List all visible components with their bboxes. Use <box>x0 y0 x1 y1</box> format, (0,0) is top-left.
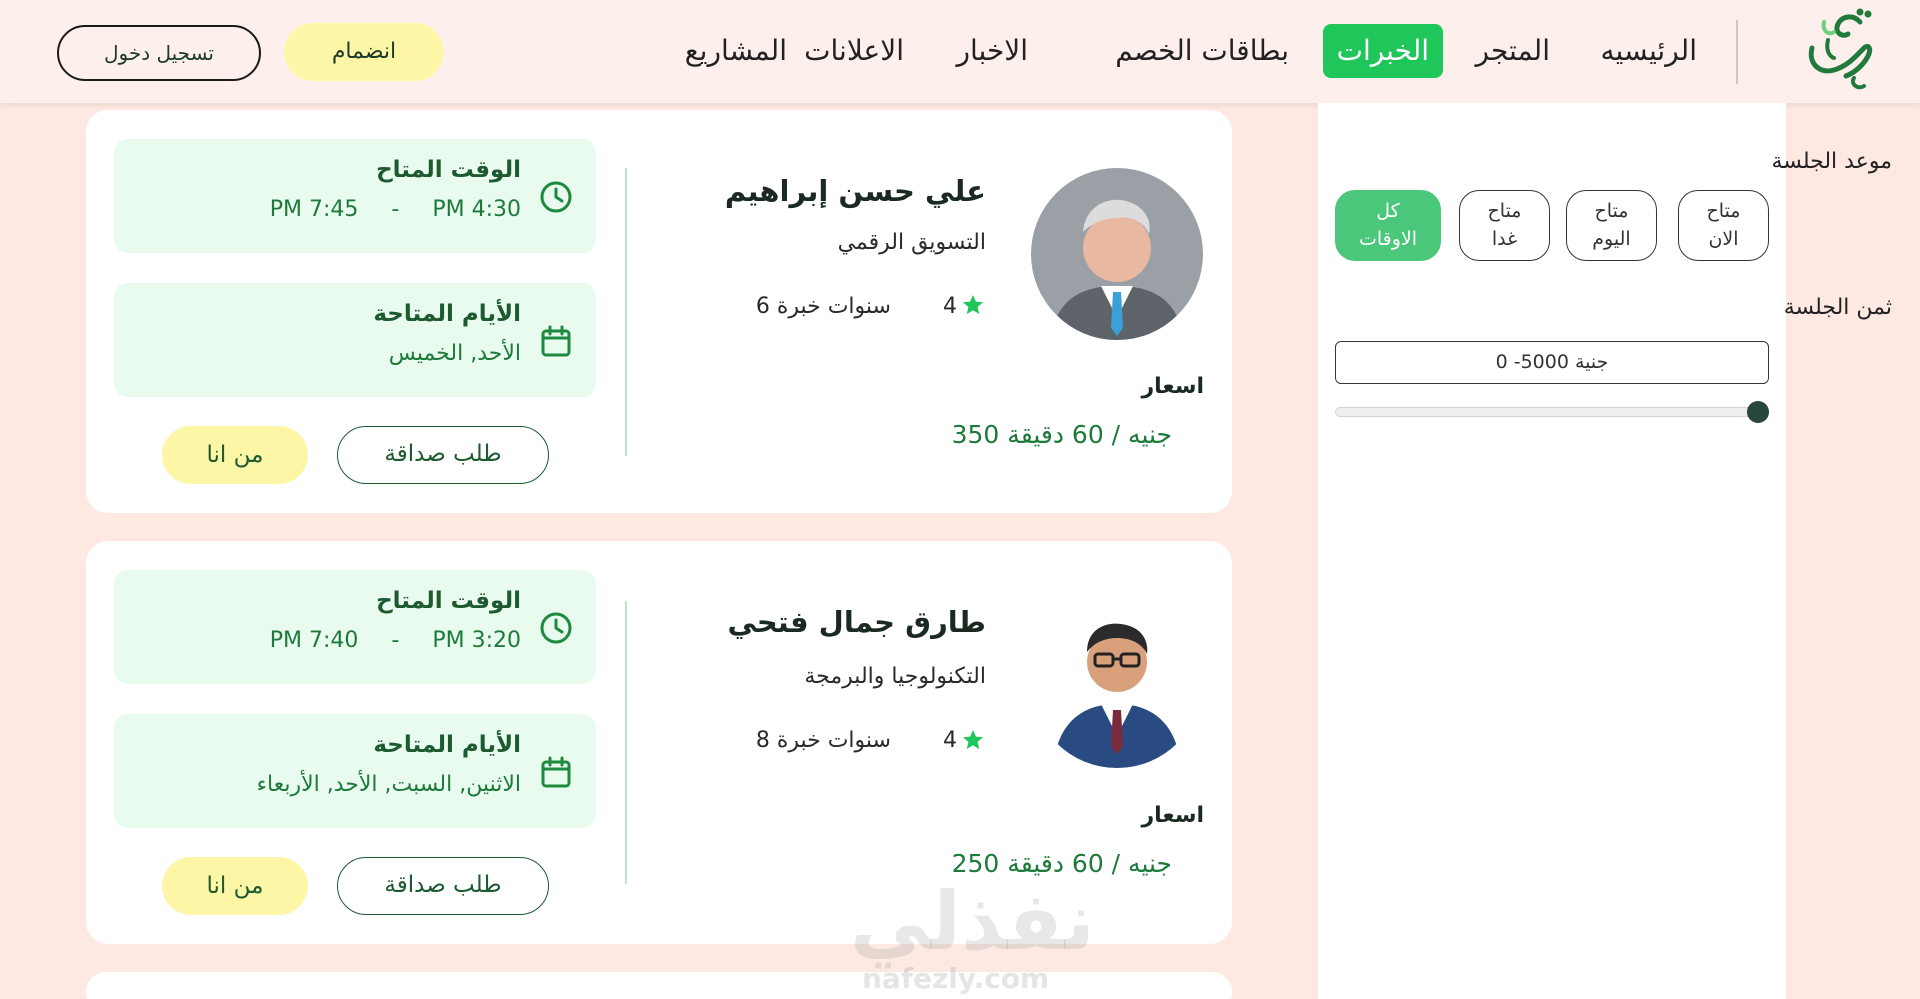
expert-field: التسويق الرقمي <box>837 230 986 255</box>
available-days-box: الأيام المتاحة الأحد, الخميس <box>114 283 596 397</box>
watermark-url: nafezly.com <box>862 962 1050 995</box>
session-time-label: موعد الجلسة <box>1771 149 1892 174</box>
filter-line1: كل <box>1376 200 1400 222</box>
nav-news[interactable]: الاخبار <box>956 24 1028 78</box>
filter-line2: الاوقات <box>1358 228 1418 250</box>
price-slider-track[interactable] <box>1335 407 1769 417</box>
time-to: PM 7:45 <box>269 197 359 222</box>
filter-available-tomorrow[interactable]: متاح غدا <box>1459 190 1550 261</box>
nav-home[interactable]: الرئيسيه <box>1601 24 1697 78</box>
avatar[interactable] <box>1031 168 1203 340</box>
nav-experiences[interactable]: الخبرات <box>1322 24 1443 78</box>
login-button[interactable]: تسجيل دخول <box>57 25 261 81</box>
rating-value: 4 <box>943 728 957 753</box>
available-time-title: الوقت المتاح <box>376 588 521 614</box>
header-divider <box>1736 20 1738 84</box>
time-to: PM 7:40 <box>269 628 359 653</box>
about-me-button[interactable]: من انا <box>162 426 308 484</box>
time-from: PM 4:30 <box>432 197 521 222</box>
price-value: 250 جنيه / 60 دقيقة <box>951 849 1172 878</box>
nav-ads[interactable]: الاعلانات <box>804 24 904 78</box>
experience-years: 6 سنوات خبرة <box>755 294 891 319</box>
watermark-logo: نفذلي <box>850 875 1095 968</box>
available-time-value: PM 7:40 - PM 3:20 <box>270 628 521 653</box>
experience-years: 8 سنوات خبرة <box>755 728 891 753</box>
filter-available-today[interactable]: متاح اليوم <box>1566 190 1657 261</box>
nav-store[interactable]: المتجر <box>1476 24 1550 78</box>
filter-line2: اليوم <box>1592 228 1631 250</box>
avatar-photo-icon <box>1031 596 1203 768</box>
logo-icon[interactable] <box>1798 4 1880 94</box>
prices-title: اسعار <box>1141 803 1204 828</box>
filter-line2: غدا <box>1491 228 1518 250</box>
avatar[interactable] <box>1031 596 1203 768</box>
price-slider-thumb[interactable] <box>1747 401 1769 423</box>
price-value: 350 جنيه / 60 دقيقة <box>951 420 1172 449</box>
friend-request-button[interactable]: طلب صداقة <box>337 426 549 484</box>
time-from: PM 3:20 <box>432 628 521 653</box>
available-time-box: الوقت المتاح PM 7:40 - PM 3:20 <box>114 570 596 684</box>
time-separator: - <box>391 197 400 222</box>
prices-title: اسعار <box>1141 374 1204 399</box>
star-icon <box>963 295 983 314</box>
clock-icon <box>540 181 572 213</box>
expert-card-partial <box>86 972 1232 999</box>
expert-name: علي حسن إبراهيم <box>724 174 986 208</box>
star-icon <box>963 730 983 749</box>
filter-line1: متاح <box>1487 200 1522 222</box>
avatar-photo-icon <box>1031 168 1203 340</box>
filter-all-times[interactable]: كل الاوقات <box>1335 190 1441 261</box>
available-time-box: الوقت المتاح PM 7:45 - PM 4:30 <box>114 139 596 253</box>
card-divider <box>625 601 627 884</box>
filter-line2: الان <box>1708 228 1739 250</box>
calendar-icon <box>541 756 571 788</box>
time-separator: - <box>391 628 400 653</box>
filter-line1: متاح <box>1594 200 1629 222</box>
available-days-value: الاثنين, السبت, الأحد, الأربعاء <box>256 772 521 797</box>
rating-value: 4 <box>943 294 957 319</box>
expert-name: طارق جمال فتحي <box>727 605 986 639</box>
available-time-title: الوقت المتاح <box>376 157 521 183</box>
available-time-value: PM 7:45 - PM 4:30 <box>270 197 521 222</box>
session-price-label: ثمن الجلسة <box>1783 295 1892 320</box>
available-days-value: الأحد, الخميس <box>388 341 521 366</box>
calendar-icon <box>541 325 571 357</box>
available-days-title: الأيام المتاحة <box>373 732 521 758</box>
join-button[interactable]: انضمام <box>284 23 444 81</box>
nav-discount-cards[interactable]: بطاقات الخصم <box>1115 24 1289 78</box>
filter-available-now[interactable]: متاح الان <box>1678 190 1769 261</box>
filter-line1: متاح <box>1706 200 1741 222</box>
card-divider <box>625 168 627 456</box>
top-navbar: الرئيسيه المتجر الخبرات بطاقات الخصم الا… <box>0 0 1920 103</box>
expert-field: التكنولوجيا والبرمجة <box>804 664 986 689</box>
friend-request-button[interactable]: طلب صداقة <box>337 857 549 915</box>
clock-icon <box>540 612 572 644</box>
nav-projects[interactable]: المشاريع <box>685 24 787 78</box>
available-days-box: الأيام المتاحة الاثنين, السبت, الأحد, ال… <box>114 714 596 828</box>
about-me-button[interactable]: من انا <box>162 857 308 915</box>
available-days-title: الأيام المتاحة <box>373 301 521 327</box>
expert-card: علي حسن إبراهيم التسويق الرقمي 4 6 سنوات… <box>86 110 1232 513</box>
price-range-field[interactable]: جنية 5000- 0 <box>1335 341 1769 384</box>
